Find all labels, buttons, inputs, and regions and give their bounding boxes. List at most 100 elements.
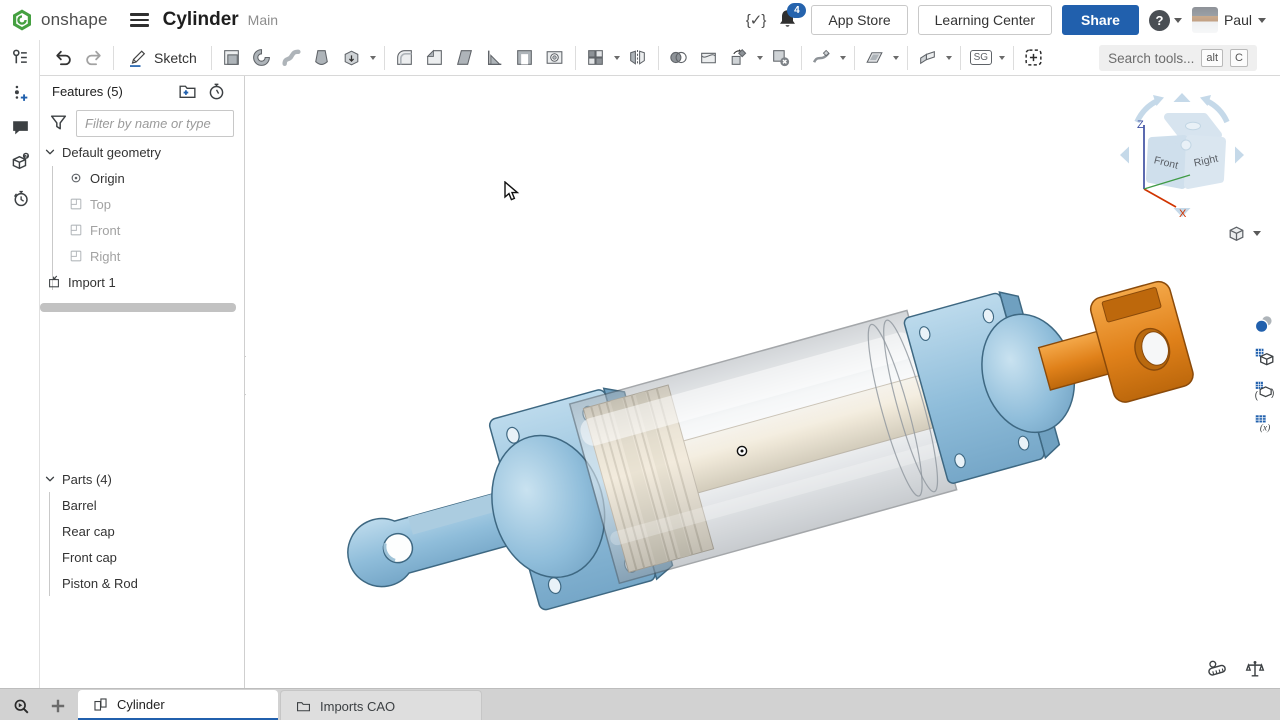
plane-icon bbox=[68, 222, 84, 238]
extrude-button[interactable] bbox=[217, 44, 247, 72]
user-caret-icon bbox=[1258, 18, 1266, 23]
new-folder-button[interactable] bbox=[177, 81, 198, 107]
workspace-name[interactable]: Main bbox=[248, 12, 278, 28]
measure-icon[interactable] bbox=[1206, 658, 1228, 680]
variables-panel-button[interactable] bbox=[1250, 408, 1278, 437]
display-states-icon bbox=[1253, 379, 1275, 401]
view-options-button[interactable] bbox=[1226, 223, 1261, 244]
stopwatch-icon bbox=[206, 81, 227, 102]
toolbar-separator bbox=[1013, 46, 1014, 70]
view-cube-body[interactable]: Front Right bbox=[1150, 117, 1222, 185]
learning-center-button[interactable]: Learning Center bbox=[918, 5, 1052, 35]
mate-connector-button[interactable] bbox=[1019, 44, 1049, 72]
chamfer-button[interactable] bbox=[420, 44, 450, 72]
onshape-logo-icon bbox=[10, 8, 34, 32]
new-tab-button[interactable] bbox=[44, 692, 72, 719]
plane-button[interactable] bbox=[860, 44, 890, 72]
fillet-button[interactable] bbox=[390, 44, 420, 72]
comments-panel-button[interactable] bbox=[7, 114, 33, 140]
named-views-icon bbox=[1253, 346, 1275, 368]
user-menu[interactable]: Paul bbox=[1192, 7, 1266, 33]
tree-item-top-plane[interactable]: Top bbox=[40, 191, 272, 217]
features-scrollbar[interactable] bbox=[40, 303, 236, 312]
plane-dropdown-caret[interactable] bbox=[890, 44, 902, 72]
tree-item-right-plane[interactable]: Right bbox=[40, 243, 272, 269]
chevron-down-icon bbox=[43, 145, 57, 159]
shell-button[interactable] bbox=[510, 44, 540, 72]
tree-item-front-plane[interactable]: Front bbox=[40, 217, 272, 243]
named-views-panel-button[interactable] bbox=[1250, 342, 1278, 371]
redo-button[interactable] bbox=[78, 44, 108, 72]
sg-dropdown-caret[interactable] bbox=[996, 44, 1008, 72]
search-tools-input[interactable]: Search tools... alt C bbox=[1099, 45, 1257, 71]
hole-button[interactable] bbox=[540, 44, 570, 72]
app-store-button[interactable]: App Store bbox=[811, 5, 907, 35]
tree-item-piston-rod[interactable]: Piston & Rod bbox=[40, 570, 266, 596]
transform-dropdown-caret[interactable] bbox=[754, 44, 766, 72]
sheet-metal-dropdown-caret[interactable] bbox=[943, 44, 955, 72]
help-menu[interactable]: ? bbox=[1149, 10, 1182, 31]
rib-button[interactable] bbox=[480, 44, 510, 72]
toolbar-separator bbox=[854, 46, 855, 70]
linear-pattern-button[interactable] bbox=[581, 44, 611, 72]
help-icon: ? bbox=[1149, 10, 1170, 31]
tree-item-barrel[interactable]: Barrel bbox=[40, 492, 266, 518]
graphics-viewport[interactable]: Front Right Z X bbox=[246, 77, 1280, 688]
origin-marker[interactable] bbox=[737, 446, 746, 455]
tree-item-front-cap[interactable]: Front cap bbox=[40, 544, 266, 570]
loft-button[interactable] bbox=[307, 44, 337, 72]
rollback-button[interactable] bbox=[206, 81, 227, 107]
filter-input[interactable] bbox=[76, 110, 234, 137]
notifications-button[interactable]: 4 bbox=[775, 7, 801, 33]
revolve-button[interactable] bbox=[247, 44, 277, 72]
tab-imports-cao[interactable]: Imports CAO bbox=[280, 690, 482, 720]
delete-part-button[interactable] bbox=[766, 44, 796, 72]
sketch-button[interactable]: Sketch bbox=[119, 44, 206, 72]
insert-panel-button[interactable] bbox=[7, 80, 33, 106]
transform-button[interactable] bbox=[724, 44, 754, 72]
tree-group-parts[interactable]: Parts (4) bbox=[40, 466, 247, 492]
tab-label: Imports CAO bbox=[320, 699, 395, 714]
search-tabs-button[interactable] bbox=[8, 693, 34, 719]
learning-panel-button[interactable] bbox=[7, 149, 33, 175]
split-button[interactable] bbox=[694, 44, 724, 72]
feature-list-icon bbox=[10, 47, 31, 68]
document-title: Cylinder bbox=[163, 9, 239, 31]
tree-item-import1[interactable]: Import 1 bbox=[40, 269, 250, 295]
rear-clevis[interactable] bbox=[340, 487, 509, 594]
undo-button[interactable] bbox=[48, 44, 78, 72]
boolean-button[interactable] bbox=[664, 44, 694, 72]
tree-group-default-geometry[interactable]: Default geometry bbox=[40, 139, 247, 165]
draft-button[interactable] bbox=[450, 44, 480, 72]
document-menu-icon[interactable] bbox=[130, 13, 149, 27]
comment-icon bbox=[10, 117, 31, 138]
toolbar-separator bbox=[211, 46, 212, 70]
history-clock-icon bbox=[10, 188, 31, 209]
sweep-button[interactable] bbox=[277, 44, 307, 72]
feature-list-panel-button[interactable] bbox=[7, 44, 33, 70]
display-states-panel-button[interactable] bbox=[1250, 375, 1278, 404]
tab-bar: Cylinder Imports CAO bbox=[0, 688, 1280, 720]
view-cube[interactable]: Front Right Z X bbox=[1112, 85, 1252, 225]
thicken-button[interactable] bbox=[337, 44, 367, 72]
tab-cylinder[interactable]: Cylinder bbox=[78, 690, 278, 720]
user-name: Paul bbox=[1224, 12, 1252, 28]
features-panel: Features (5) Default geometry Origin Top… bbox=[40, 76, 245, 688]
history-panel-button[interactable] bbox=[7, 185, 33, 211]
tree-item-origin[interactable]: Origin bbox=[40, 165, 272, 191]
mirror-button[interactable] bbox=[623, 44, 653, 72]
pattern-dropdown-caret[interactable] bbox=[611, 44, 623, 72]
versions-icon[interactable]: {✓} bbox=[746, 11, 766, 29]
share-button[interactable]: Share bbox=[1062, 5, 1139, 35]
onshape-logo[interactable]: onshape bbox=[10, 8, 108, 32]
thicken-dropdown-caret[interactable] bbox=[367, 44, 379, 72]
x-axis-label: X bbox=[1179, 208, 1187, 220]
barrel-glass[interactable] bbox=[570, 310, 957, 583]
surface-button[interactable] bbox=[807, 44, 837, 72]
surface-dropdown-caret[interactable] bbox=[837, 44, 849, 72]
mass-properties-icon[interactable] bbox=[1244, 658, 1266, 680]
appearance-panel-button[interactable] bbox=[1250, 309, 1278, 338]
tree-item-rear-cap[interactable]: Rear cap bbox=[40, 518, 266, 544]
sheet-metal-flat-button[interactable]: SG bbox=[966, 44, 996, 72]
sheet-metal-button[interactable] bbox=[913, 44, 943, 72]
